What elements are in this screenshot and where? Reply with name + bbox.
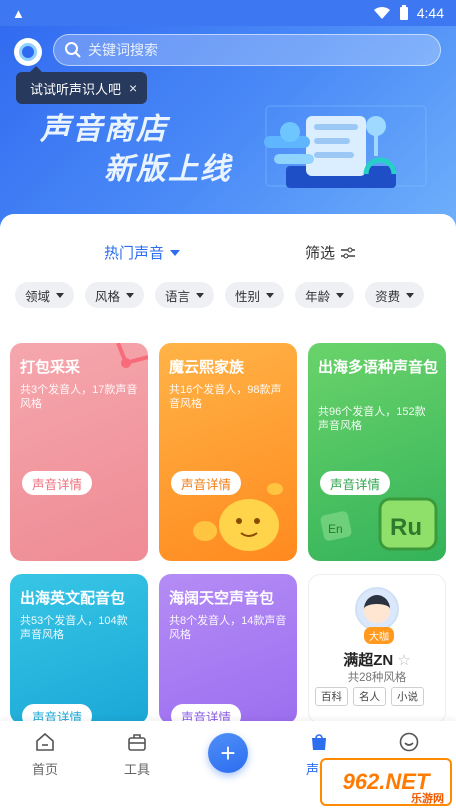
wifi-icon (373, 6, 390, 19)
tag: 百科 (315, 687, 348, 706)
card-desc: 共8个发音人，14款声音风格 (169, 615, 287, 641)
card-title: 魔云熙家族 (169, 359, 245, 376)
nav-home[interactable]: 首页 (10, 731, 80, 778)
chip-style[interactable]: 风格 (85, 282, 145, 308)
avatar (355, 587, 399, 631)
smiley-icon (399, 732, 419, 752)
chip-gender[interactable]: 性别 (225, 282, 285, 308)
warning-icon: ▲ (12, 5, 25, 21)
home-icon (36, 732, 54, 751)
artist-style-count: 共28种风格 (347, 672, 407, 684)
status-bar: ▲ 4:44 (0, 0, 456, 26)
chip-price[interactable]: 资费 (365, 282, 425, 308)
language-blocks-icon: Ru En (320, 497, 438, 551)
card-desc: 共96个发音人，152款声音风格 (318, 406, 426, 432)
tag: 小说 (391, 687, 424, 706)
tab-hot-voices[interactable]: 热门声音 (104, 242, 181, 263)
card-desc: 共16个发音人，98款声音风格 (169, 384, 282, 410)
nav-home-label: 首页 (31, 762, 58, 777)
search-placeholder: 关键词搜索 (88, 42, 158, 58)
banner-title-line2: 新版上线 (104, 153, 232, 186)
voice-detail-button[interactable]: 声音详情 (22, 471, 93, 495)
chip-label: 风格 (95, 289, 121, 304)
voice-pack-card[interactable]: 魔云熙家族 共16个发音人，98款声音风格 声音详情 (159, 343, 297, 561)
chevron-down-icon (56, 292, 65, 298)
card-desc: 共53个发音人，104款声音风格 (20, 615, 128, 641)
chip-language[interactable]: 语言 (155, 282, 215, 308)
filter-icon (341, 247, 356, 258)
tooltip-text: 试试听声识人吧 (30, 81, 122, 97)
card-title: 出海英文配音包 (20, 590, 126, 607)
chevron-down-icon (336, 292, 345, 298)
filter-button[interactable]: 筛选 (305, 242, 356, 263)
filter-label: 筛选 (305, 245, 336, 262)
voice-pack-card[interactable]: 海阔天空声音包 共8个发音人，14款声音风格 声音详情 (159, 574, 297, 724)
app-logo[interactable] (14, 38, 42, 66)
filter-chips: 领域 风格 语言 性别 年龄 资费 (15, 282, 425, 308)
chip-label: 领域 (25, 289, 51, 304)
artist-name: 满超ZN ☆ (343, 652, 411, 669)
battery-icon (399, 5, 408, 20)
status-time: 4:44 (416, 5, 444, 21)
tag: 名人 (353, 687, 386, 706)
voice-detail-button[interactable]: 声音详情 (320, 471, 391, 495)
voice-pack-card[interactable]: 打包采采 共3个发音人，17款声音风格 声音详情 (10, 343, 148, 561)
voice-pack-card[interactable]: 出海英文配音包 共53个发音人，104款声音风格 声音详情 (10, 574, 148, 724)
chip-domain[interactable]: 领域 (15, 282, 75, 308)
chevron-down-icon (266, 292, 275, 298)
voice-pack-card[interactable]: 出海多语种声音包 共96个发音人，152款声音风格 声音详情 Ru En (308, 343, 446, 561)
card-title: 出海多语种声音包 (318, 359, 439, 376)
svg-text:En: En (328, 522, 343, 536)
tooltip: 试试听声识人吧 × (16, 66, 148, 104)
search-icon (65, 42, 81, 58)
watermark-logo: 962.NET 乐游网 (320, 758, 452, 806)
card-title: 海阔天空声音包 (169, 590, 275, 607)
chip-label: 性别 (235, 289, 261, 304)
chip-label: 语言 (165, 289, 191, 304)
shopping-bag-icon (312, 734, 326, 750)
speech-bubble-icon (193, 483, 283, 551)
chip-label: 资费 (375, 289, 401, 304)
svg-text:Ru: Ru (390, 514, 422, 541)
artist-tags: 百科 名人 小说 (315, 687, 424, 706)
status-badge: 大咖 (364, 627, 394, 644)
search-input[interactable]: 关键词搜索 (53, 34, 441, 66)
tab-hot-label: 热门声音 (104, 245, 165, 262)
card-desc: 共3个发音人，17款声音风格 (20, 384, 138, 410)
chevron-down-icon (126, 292, 135, 298)
nav-tools-label: 工具 (123, 762, 150, 777)
chip-label: 年龄 (305, 289, 331, 304)
add-button[interactable]: + (208, 733, 248, 773)
close-icon[interactable]: × (129, 80, 137, 96)
chevron-down-icon (170, 249, 181, 256)
plus-icon: + (220, 737, 236, 768)
star-icon[interactable]: ☆ (397, 652, 410, 669)
banner-illustration-icon (264, 105, 427, 188)
voice-artist-card[interactable]: 大咖 满超ZN ☆ 共28种风格 百科 名人 小说 (308, 574, 446, 724)
chevron-down-icon (196, 292, 205, 298)
card-title: 打包采采 (20, 359, 81, 376)
banner-title-line1: 声音商店 (40, 113, 168, 146)
toolbox-icon (128, 734, 146, 751)
nav-tools[interactable]: 工具 (102, 731, 172, 778)
chip-age[interactable]: 年龄 (295, 282, 355, 308)
chevron-down-icon (406, 292, 415, 298)
watermark-sub: 乐游网 (411, 793, 444, 805)
